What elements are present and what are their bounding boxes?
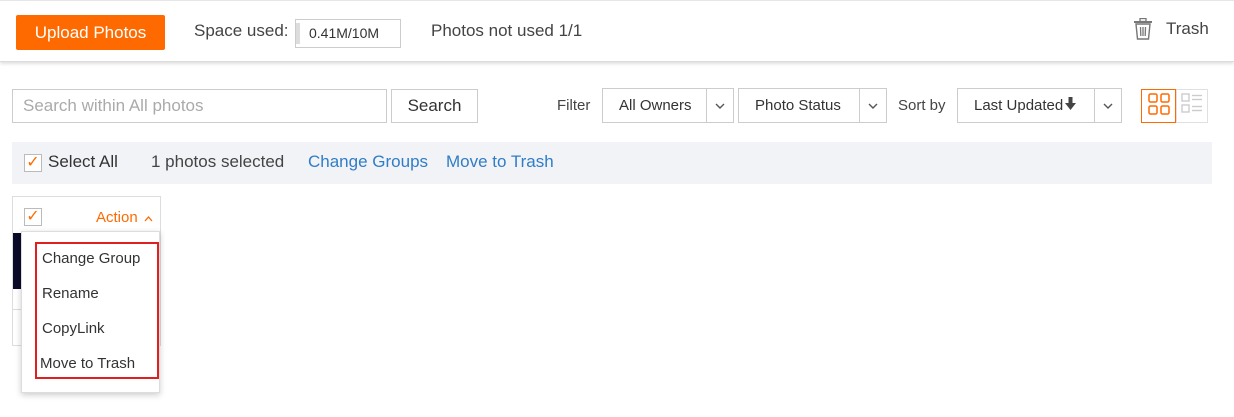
list-view-icon xyxy=(1181,92,1203,120)
photo-status-select[interactable]: Photo Status xyxy=(738,88,887,123)
upload-photos-button[interactable]: Upload Photos xyxy=(16,15,165,50)
owners-select-value: All Owners xyxy=(619,97,692,114)
chevron-down-icon xyxy=(1094,89,1121,122)
arrow-down-icon xyxy=(1065,97,1077,114)
top-bar: Upload Photos Space used: 0.41M/10M Phot… xyxy=(0,0,1234,62)
search-input[interactable] xyxy=(12,89,387,123)
checkmark-icon: ✓ xyxy=(26,154,40,171)
grid-view-icon xyxy=(1147,92,1170,120)
chevron-up-icon xyxy=(144,209,153,226)
menu-item-move-to-trash[interactable]: Move to Trash xyxy=(40,355,135,372)
owners-select[interactable]: All Owners xyxy=(602,88,734,123)
action-label: Action xyxy=(96,209,138,226)
selected-count: 1 photos selected xyxy=(151,152,285,171)
filter-label: Filter xyxy=(557,97,591,114)
sort-select[interactable]: Last Updated xyxy=(957,88,1122,123)
space-used-label: Space used: xyxy=(194,21,289,40)
checkmark-icon: ✓ xyxy=(26,208,40,225)
chevron-down-icon xyxy=(859,89,886,122)
action-menu-toggle[interactable]: Action xyxy=(96,209,153,226)
trash-link[interactable]: Trash xyxy=(1133,18,1209,40)
trash-label: Trash xyxy=(1166,19,1209,38)
list-view-button[interactable] xyxy=(1176,89,1208,123)
move-to-trash-link[interactable]: Move to Trash xyxy=(446,152,554,172)
photo-status-select-value: Photo Status xyxy=(755,97,841,114)
menu-item-change-group[interactable]: Change Group xyxy=(42,250,140,267)
select-all-label[interactable]: Select All xyxy=(48,152,118,172)
space-used-meter: 0.41M/10M xyxy=(295,19,401,48)
photo-checkbox[interactable]: ✓ xyxy=(24,208,42,226)
search-button[interactable]: Search xyxy=(391,89,478,123)
sort-by-label: Sort by xyxy=(898,97,946,114)
select-all-checkbox[interactable]: ✓ xyxy=(24,154,42,172)
grid-view-button[interactable] xyxy=(1141,89,1176,123)
chevron-down-icon xyxy=(706,89,733,122)
photos-not-used-label: Photos not used 1/1 xyxy=(431,21,583,40)
menu-item-rename[interactable]: Rename xyxy=(42,285,99,302)
space-used-value: 0.41M/10M xyxy=(309,25,380,41)
trash-icon xyxy=(1133,18,1153,40)
space-used-bar xyxy=(296,23,300,44)
change-groups-link[interactable]: Change Groups xyxy=(308,152,428,172)
sort-select-value: Last Updated xyxy=(974,97,1064,114)
menu-item-copylink[interactable]: CopyLink xyxy=(42,320,105,337)
